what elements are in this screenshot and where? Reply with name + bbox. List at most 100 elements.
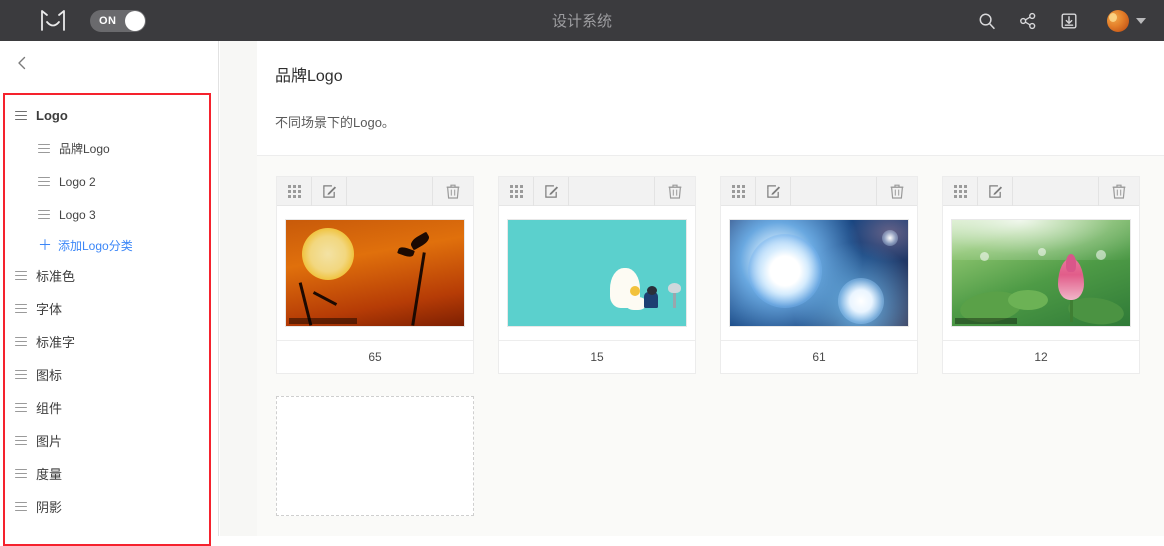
card-body [721, 206, 917, 340]
page-header: 品牌Logo 不同场景下的Logo。 [257, 41, 1164, 155]
sidebar-collapse-row [0, 41, 218, 85]
sidebar-item-label: 字体 [36, 302, 63, 317]
power-toggle[interactable]: ON [90, 9, 146, 32]
grid-dots-icon[interactable] [943, 176, 978, 206]
add-logo-category-label: 添加Logo分类 [58, 238, 133, 253]
placeholder-row [276, 396, 1164, 516]
sidebar-item-label: 标准色 [36, 269, 76, 284]
page-subtitle: 不同场景下的Logo。 [275, 115, 395, 130]
logo-card[interactable]: 65 [276, 176, 474, 374]
sidebar-item-label: 标准字 [36, 335, 76, 350]
card-toolbar [721, 176, 917, 206]
card-row: 65 15 61 12 [276, 176, 1164, 374]
sidebar-nav: Logo 品牌Logo Logo 2 Logo 3 ＋ 添加Logo分类 标准色 [0, 99, 219, 523]
card-caption: 15 [499, 340, 695, 373]
thumbnail-sunset-orange-branches [285, 219, 465, 327]
hamburger-icon [15, 499, 27, 513]
sidebar-item-logo[interactable]: Logo [0, 99, 219, 132]
card-body [499, 206, 695, 340]
sidebar-item-standard-type[interactable]: 标准字 [0, 325, 219, 358]
card-toolbar [499, 176, 695, 206]
edit-pencil-icon[interactable] [534, 176, 569, 206]
sidebar-item-images[interactable]: 图片 [0, 424, 219, 457]
chevron-left-icon[interactable] [14, 55, 30, 71]
add-logo-category-button[interactable]: ＋ 添加Logo分类 [0, 231, 219, 259]
search-icon[interactable] [976, 10, 998, 32]
sidebar-item-components[interactable]: 组件 [0, 391, 219, 424]
user-menu[interactable] [1107, 9, 1146, 32]
sidebar-item-icons[interactable]: 图标 [0, 358, 219, 391]
toggle-knob [125, 10, 145, 31]
toolbar-spacer [347, 176, 433, 206]
hamburger-icon [15, 334, 27, 348]
trash-icon[interactable] [1099, 177, 1139, 206]
card-body [943, 206, 1139, 340]
edit-pencil-icon[interactable] [312, 176, 347, 206]
sidebar-item-label: Logo 3 [59, 207, 96, 222]
card-toolbar [943, 176, 1139, 206]
toolbar-spacer [569, 176, 655, 206]
toggle-label: ON [99, 14, 117, 27]
sidebar-item-label: Logo 2 [59, 174, 96, 189]
thumbnail-blue-cosmic-starburst [729, 219, 909, 327]
brand-mark-icon[interactable] [38, 8, 68, 34]
hamburger-icon [38, 207, 50, 221]
thumbnail-teal-bear-illustration [507, 219, 687, 327]
avatar[interactable] [1107, 9, 1129, 32]
sidebar-item-logo-2[interactable]: Logo 2 [0, 165, 219, 198]
hamburger-icon [15, 400, 27, 414]
top-bar-right-group [976, 0, 1146, 41]
hamburger-icon [15, 108, 27, 122]
card-caption: 61 [721, 340, 917, 373]
page-title: 品牌Logo [275, 68, 343, 85]
logo-card[interactable]: 12 [942, 176, 1140, 374]
sidebar-item-label: 品牌Logo [59, 142, 110, 156]
sidebar-item-logo-3[interactable]: Logo 3 [0, 198, 219, 231]
cards-area: 65 15 61 12 [257, 156, 1164, 536]
body: Logo 品牌Logo Logo 2 Logo 3 ＋ 添加Logo分类 标准色 [0, 41, 1164, 546]
sidebar-item-label: Logo [36, 108, 68, 123]
logo-card[interactable]: 61 [720, 176, 918, 374]
hamburger-icon [15, 301, 27, 315]
edit-pencil-icon[interactable] [978, 176, 1013, 206]
sidebar: Logo 品牌Logo Logo 2 Logo 3 ＋ 添加Logo分类 标准色 [0, 41, 219, 546]
content-gutter [220, 41, 257, 536]
grid-dots-icon[interactable] [277, 176, 312, 206]
sidebar-item-label: 度量 [36, 467, 63, 482]
sidebar-item-label: 图标 [36, 368, 63, 383]
toolbar-spacer [791, 176, 877, 206]
grid-dots-icon[interactable] [721, 176, 756, 206]
chevron-down-icon[interactable] [1136, 17, 1146, 24]
logo-card[interactable]: 15 [498, 176, 696, 374]
card-caption: 12 [943, 340, 1139, 373]
hamburger-icon [38, 141, 50, 155]
sidebar-item-label: 组件 [36, 401, 63, 416]
sidebar-item-standard-colors[interactable]: 标准色 [0, 259, 219, 292]
sidebar-item-fonts[interactable]: 字体 [0, 292, 219, 325]
top-bar: ON 设计系统 [0, 0, 1164, 41]
hamburger-icon [15, 466, 27, 480]
sidebar-item-metrics[interactable]: 度量 [0, 457, 219, 490]
card-toolbar [277, 176, 473, 206]
trash-icon[interactable] [433, 177, 473, 206]
trash-icon[interactable] [655, 177, 695, 206]
hamburger-icon [15, 268, 27, 282]
share-icon[interactable] [1017, 10, 1039, 32]
card-caption: 65 [277, 340, 473, 373]
trash-icon[interactable] [877, 177, 917, 206]
sidebar-item-label: 图片 [36, 434, 63, 449]
hamburger-icon [15, 433, 27, 447]
plus-icon: ＋ [38, 237, 52, 253]
sidebar-item-shadows[interactable]: 阴影 [0, 490, 219, 523]
download-icon[interactable] [1058, 10, 1080, 32]
main-content: 品牌Logo 不同场景下的Logo。 65 15 61 12 [257, 41, 1164, 536]
sidebar-item-brand-logo[interactable]: 品牌Logo [0, 132, 219, 165]
add-new-card-placeholder[interactable] [276, 396, 474, 516]
sidebar-item-label: 阴影 [36, 500, 63, 515]
grid-dots-icon[interactable] [499, 176, 534, 206]
toolbar-spacer [1013, 176, 1099, 206]
top-bar-left-group: ON [0, 8, 146, 34]
thumbnail-green-lotus-pond [951, 219, 1131, 327]
edit-pencil-icon[interactable] [756, 176, 791, 206]
card-body [277, 206, 473, 340]
